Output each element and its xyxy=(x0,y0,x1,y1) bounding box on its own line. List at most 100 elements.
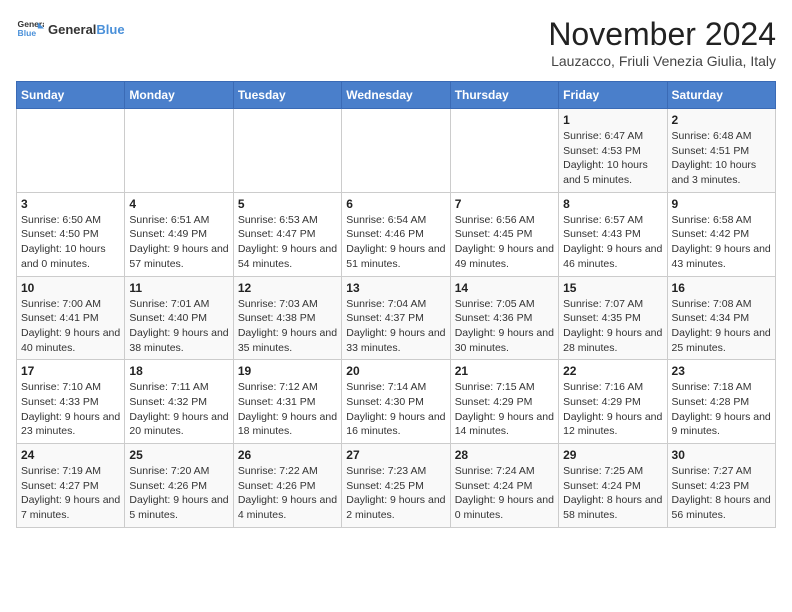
day-number: 15 xyxy=(563,281,662,295)
calendar-cell: 15 Sunrise: 7:07 AM Sunset: 4:35 PM Dayli… xyxy=(559,276,667,360)
calendar-table: SundayMondayTuesdayWednesdayThursdayFrid… xyxy=(16,81,776,528)
calendar-cell: 26Sunrise: 7:22 AM Sunset: 4:26 PM Dayli… xyxy=(233,444,341,528)
day-info: Sunrise: 7:15 AM Sunset: 4:29 PM Dayligh… xyxy=(455,380,554,439)
day-number: 13 xyxy=(346,281,445,295)
day-number: 17 xyxy=(21,364,120,378)
calendar-cell xyxy=(450,109,558,193)
day-info: Sunrise: 7:07 AM Sunset: 4:35 PM Dayligh… xyxy=(563,297,662,356)
calendar-cell xyxy=(342,109,450,193)
day-info: Sunrise: 7:04 AM Sunset: 4:37 PM Dayligh… xyxy=(346,297,445,356)
day-info: Sunrise: 6:53 AM Sunset: 4:47 PM Dayligh… xyxy=(238,213,337,272)
day-number: 2 xyxy=(672,113,771,127)
column-header-thursday: Thursday xyxy=(450,82,558,109)
day-info: Sunrise: 7:08 AM Sunset: 4:34 PM Dayligh… xyxy=(672,297,771,356)
title-area: November 2024 Lauzacco, Friuli Venezia G… xyxy=(548,16,776,69)
calendar-cell: 21 Sunrise: 7:15 AM Sunset: 4:29 PM Dayli… xyxy=(450,360,558,444)
calendar-cell: 12 Sunrise: 7:03 AM Sunset: 4:38 PM Dayli… xyxy=(233,276,341,360)
day-number: 29 xyxy=(563,448,662,462)
day-number: 10 xyxy=(21,281,120,295)
calendar-header-row: SundayMondayTuesdayWednesdayThursdayFrid… xyxy=(17,82,776,109)
column-header-tuesday: Tuesday xyxy=(233,82,341,109)
logo: General Blue General Blue xyxy=(16,16,125,44)
calendar-cell: 19Sunrise: 7:12 AM Sunset: 4:31 PM Dayli… xyxy=(233,360,341,444)
day-number: 30 xyxy=(672,448,771,462)
day-info: Sunrise: 7:20 AM Sunset: 4:26 PM Dayligh… xyxy=(129,464,228,523)
day-info: Sunrise: 6:48 AM Sunset: 4:51 PM Dayligh… xyxy=(672,129,771,188)
day-number: 20 xyxy=(346,364,445,378)
day-info: Sunrise: 7:03 AM Sunset: 4:38 PM Dayligh… xyxy=(238,297,337,356)
calendar-cell: 24Sunrise: 7:19 AM Sunset: 4:27 PM Dayli… xyxy=(17,444,125,528)
day-info: Sunrise: 6:56 AM Sunset: 4:45 PM Dayligh… xyxy=(455,213,554,272)
day-info: Sunrise: 7:01 AM Sunset: 4:40 PM Dayligh… xyxy=(129,297,228,356)
calendar-cell: 13 Sunrise: 7:04 AM Sunset: 4:37 PM Dayli… xyxy=(342,276,450,360)
day-info: Sunrise: 7:24 AM Sunset: 4:24 PM Dayligh… xyxy=(455,464,554,523)
day-number: 4 xyxy=(129,197,228,211)
column-header-saturday: Saturday xyxy=(667,82,775,109)
calendar-cell: 30 Sunrise: 7:27 AM Sunset: 4:23 PM Dayli… xyxy=(667,444,775,528)
calendar-subtitle: Lauzacco, Friuli Venezia Giulia, Italy xyxy=(548,53,776,69)
calendar-cell: 7Sunrise: 6:56 AM Sunset: 4:45 PM Daylig… xyxy=(450,192,558,276)
day-info: Sunrise: 7:22 AM Sunset: 4:26 PM Dayligh… xyxy=(238,464,337,523)
calendar-cell: 29Sunrise: 7:25 AM Sunset: 4:24 PM Dayli… xyxy=(559,444,667,528)
day-number: 28 xyxy=(455,448,554,462)
day-number: 27 xyxy=(346,448,445,462)
day-number: 19 xyxy=(238,364,337,378)
header: General Blue General Blue November 2024 L… xyxy=(16,16,776,69)
calendar-cell: 20 Sunrise: 7:14 AM Sunset: 4:30 PM Dayli… xyxy=(342,360,450,444)
day-info: Sunrise: 6:50 AM Sunset: 4:50 PM Dayligh… xyxy=(21,213,120,272)
day-info: Sunrise: 7:16 AM Sunset: 4:29 PM Dayligh… xyxy=(563,380,662,439)
day-number: 16 xyxy=(672,281,771,295)
calendar-cell: 22 Sunrise: 7:16 AM Sunset: 4:29 PM Dayli… xyxy=(559,360,667,444)
day-info: Sunrise: 6:57 AM Sunset: 4:43 PM Dayligh… xyxy=(563,213,662,272)
calendar-week-row: 24Sunrise: 7:19 AM Sunset: 4:27 PM Dayli… xyxy=(17,444,776,528)
day-number: 22 xyxy=(563,364,662,378)
column-header-wednesday: Wednesday xyxy=(342,82,450,109)
calendar-cell: 25 Sunrise: 7:20 AM Sunset: 4:26 PM Dayli… xyxy=(125,444,233,528)
calendar-cell: 8 Sunrise: 6:57 AM Sunset: 4:43 PM Daylig… xyxy=(559,192,667,276)
calendar-cell: 23Sunrise: 7:18 AM Sunset: 4:28 PM Dayli… xyxy=(667,360,775,444)
day-info: Sunrise: 6:51 AM Sunset: 4:49 PM Dayligh… xyxy=(129,213,228,272)
day-number: 14 xyxy=(455,281,554,295)
logo-text-general: General xyxy=(48,22,96,37)
day-info: Sunrise: 7:23 AM Sunset: 4:25 PM Dayligh… xyxy=(346,464,445,523)
calendar-cell: 3 Sunrise: 6:50 AM Sunset: 4:50 PM Daylig… xyxy=(17,192,125,276)
day-number: 8 xyxy=(563,197,662,211)
day-info: Sunrise: 7:10 AM Sunset: 4:33 PM Dayligh… xyxy=(21,380,120,439)
calendar-cell: 14 Sunrise: 7:05 AM Sunset: 4:36 PM Dayli… xyxy=(450,276,558,360)
day-info: Sunrise: 7:05 AM Sunset: 4:36 PM Dayligh… xyxy=(455,297,554,356)
day-info: Sunrise: 7:11 AM Sunset: 4:32 PM Dayligh… xyxy=(129,380,228,439)
calendar-cell: 18 Sunrise: 7:11 AM Sunset: 4:32 PM Dayli… xyxy=(125,360,233,444)
day-info: Sunrise: 6:47 AM Sunset: 4:53 PM Dayligh… xyxy=(563,129,662,188)
day-number: 25 xyxy=(129,448,228,462)
calendar-cell: 4 Sunrise: 6:51 AM Sunset: 4:49 PM Daylig… xyxy=(125,192,233,276)
calendar-cell: 2 Sunrise: 6:48 AM Sunset: 4:51 PM Daylig… xyxy=(667,109,775,193)
calendar-cell: 17 Sunrise: 7:10 AM Sunset: 4:33 PM Dayli… xyxy=(17,360,125,444)
column-header-sunday: Sunday xyxy=(17,82,125,109)
calendar-cell xyxy=(17,109,125,193)
day-number: 21 xyxy=(455,364,554,378)
svg-text:Blue: Blue xyxy=(18,28,37,38)
day-number: 6 xyxy=(346,197,445,211)
calendar-cell: 27 Sunrise: 7:23 AM Sunset: 4:25 PM Dayli… xyxy=(342,444,450,528)
day-number: 9 xyxy=(672,197,771,211)
day-info: Sunrise: 6:54 AM Sunset: 4:46 PM Dayligh… xyxy=(346,213,445,272)
calendar-week-row: 3 Sunrise: 6:50 AM Sunset: 4:50 PM Daylig… xyxy=(17,192,776,276)
day-number: 5 xyxy=(238,197,337,211)
calendar-cell xyxy=(233,109,341,193)
day-number: 23 xyxy=(672,364,771,378)
day-number: 11 xyxy=(129,281,228,295)
day-info: Sunrise: 7:27 AM Sunset: 4:23 PM Dayligh… xyxy=(672,464,771,523)
logo-icon: General Blue xyxy=(16,16,44,44)
day-number: 3 xyxy=(21,197,120,211)
calendar-cell: 16 Sunrise: 7:08 AM Sunset: 4:34 PM Dayli… xyxy=(667,276,775,360)
column-header-monday: Monday xyxy=(125,82,233,109)
day-number: 18 xyxy=(129,364,228,378)
day-info: Sunrise: 7:00 AM Sunset: 4:41 PM Dayligh… xyxy=(21,297,120,356)
calendar-title: November 2024 xyxy=(548,16,776,53)
day-info: Sunrise: 7:14 AM Sunset: 4:30 PM Dayligh… xyxy=(346,380,445,439)
calendar-cell: 6 Sunrise: 6:54 AM Sunset: 4:46 PM Daylig… xyxy=(342,192,450,276)
calendar-week-row: 10 Sunrise: 7:00 AM Sunset: 4:41 PM Dayli… xyxy=(17,276,776,360)
day-info: Sunrise: 6:58 AM Sunset: 4:42 PM Dayligh… xyxy=(672,213,771,272)
calendar-cell: 11 Sunrise: 7:01 AM Sunset: 4:40 PM Dayli… xyxy=(125,276,233,360)
day-number: 12 xyxy=(238,281,337,295)
